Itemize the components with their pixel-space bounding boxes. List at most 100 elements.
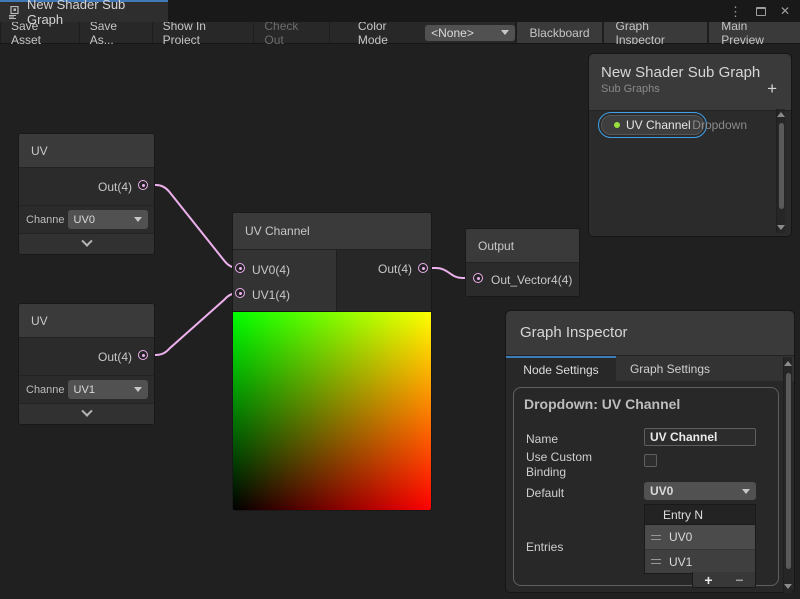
- output-port-label: Out(4): [98, 180, 132, 194]
- entries-row[interactable]: UV0: [645, 525, 755, 549]
- chevron-down-icon: [81, 406, 92, 417]
- inspector-tab-bar: Node Settings Graph Settings: [506, 356, 794, 381]
- dropdown-arrow-icon: [134, 387, 142, 392]
- blackboard-title: New Shader Sub Graph: [589, 54, 791, 83]
- node-input-row: Out_Vector4(4): [466, 263, 579, 296]
- node-output[interactable]: Output Out_Vector4(4): [465, 228, 580, 297]
- name-label: Name: [526, 432, 558, 446]
- scrollbar-thumb[interactable]: [779, 123, 784, 209]
- scroll-down-icon[interactable]: [784, 584, 792, 589]
- input-port-label: UV1(4): [252, 288, 290, 302]
- name-input[interactable]: [644, 428, 756, 446]
- inspector-scrollbar[interactable]: [783, 357, 792, 593]
- port-uv-bottom-out[interactable]: [138, 350, 148, 360]
- channel-label: Channe: [26, 384, 65, 396]
- channel-dropdown[interactable]: UV1: [68, 380, 148, 399]
- node-title[interactable]: UV: [19, 134, 154, 168]
- document-tab[interactable]: New Shader Sub Graph: [0, 0, 168, 22]
- blackboard-subtitle: Sub Graphs: [589, 83, 791, 103]
- default-value: UV0: [650, 484, 673, 498]
- tab-title: New Shader Sub Graph: [27, 0, 158, 27]
- blackboard-header: New Shader Sub Graph Sub Graphs +: [589, 54, 791, 111]
- use-custom-binding-label: Use Custom Binding: [526, 450, 621, 480]
- show-in-project-button[interactable]: Show In Project: [153, 22, 255, 43]
- port-uvchannel-uv0-in[interactable]: [235, 263, 245, 273]
- dropdown-arrow-icon: [742, 489, 750, 494]
- node-output-row: Out(4): [19, 168, 154, 205]
- port-output-in[interactable]: [473, 273, 483, 283]
- drag-handle-icon[interactable]: [651, 535, 661, 540]
- entries-row[interactable]: UV1: [645, 549, 755, 573]
- blackboard-panel[interactable]: New Shader Sub Graph Sub Graphs + UV Cha…: [588, 53, 792, 237]
- property-selection-outline: UV Channel: [598, 112, 707, 138]
- color-mode-dropdown[interactable]: <None>: [425, 25, 515, 41]
- scrollbar-thumb[interactable]: [786, 373, 791, 569]
- output-port-label: Out(4): [98, 350, 132, 364]
- node-collapse-bar[interactable]: [19, 233, 154, 254]
- tab-graph-settings[interactable]: Graph Settings: [616, 356, 724, 381]
- node-uv-top[interactable]: UV Out(4) Channe UV0: [18, 133, 155, 255]
- default-label: Default: [526, 486, 564, 500]
- graph-inspector-panel[interactable]: Graph Inspector Node Settings Graph Sett…: [505, 310, 795, 593]
- property-pill-uv-channel[interactable]: UV Channel: [601, 115, 704, 135]
- close-icon[interactable]: ✕: [780, 5, 790, 17]
- tab-node-settings[interactable]: Node Settings: [506, 356, 616, 381]
- port-uvchannel-uv1-in[interactable]: [235, 288, 245, 298]
- dropdown-arrow-icon: [501, 30, 509, 35]
- wire-uv0-to-uvchannel[interactable]: [143, 185, 240, 268]
- node-port-section: UV0(4) UV1(4) Out(4): [233, 250, 431, 311]
- entries-list-footer: + −: [692, 572, 756, 588]
- entries-label: Entries: [526, 540, 563, 554]
- blackboard-scrollbar[interactable]: [776, 109, 785, 233]
- dropdown-arrow-icon: [134, 217, 142, 222]
- remove-entry-button[interactable]: −: [735, 573, 743, 587]
- color-mode-value: <None>: [431, 26, 474, 40]
- output-port-label: Out(4): [378, 262, 412, 276]
- inspector-content: Dropdown: UV Channel Name Use Custom Bin…: [506, 381, 794, 592]
- window-tab-bar: New Shader Sub Graph ⋮ ✕: [0, 0, 800, 22]
- wire-uv1-to-uvchannel[interactable]: [143, 293, 240, 355]
- port-uv-top-out[interactable]: [138, 180, 148, 190]
- channel-value: UV1: [74, 384, 95, 396]
- property-name: UV Channel: [626, 118, 691, 132]
- inspector-header: Graph Inspector: [506, 311, 794, 356]
- input-port-label: UV0(4): [252, 263, 290, 277]
- color-mode-group: Color Mode <None>: [358, 22, 516, 43]
- output-port-column: Out(4): [336, 250, 431, 311]
- port-uvchannel-out[interactable]: [418, 263, 428, 273]
- node-output-row: Out(4): [19, 338, 154, 375]
- main-preview-toggle-button[interactable]: Main Preview: [707, 22, 800, 43]
- graph-canvas[interactable]: UV Out(4) Channe UV0 UV Out(4) Channe UV…: [0, 44, 800, 599]
- add-property-button[interactable]: +: [767, 80, 777, 97]
- node-uv-bottom[interactable]: UV Out(4) Channe UV1: [18, 303, 155, 425]
- graph-inspector-toggle-button[interactable]: Graph Inspector: [602, 22, 708, 43]
- output-port-row: Out(4): [337, 250, 431, 288]
- scroll-up-icon[interactable]: [784, 361, 792, 366]
- add-entry-button[interactable]: +: [704, 573, 712, 587]
- node-title[interactable]: UV: [19, 304, 154, 338]
- channel-control-row: Channe UV0: [19, 205, 154, 233]
- blackboard-toggle-button[interactable]: Blackboard: [515, 22, 601, 43]
- maximize-icon[interactable]: [756, 7, 766, 16]
- panel-toggle-group: Blackboard Graph Inspector Main Preview: [515, 22, 800, 43]
- input-port-column: UV0(4) UV1(4): [233, 250, 336, 311]
- node-collapse-bar[interactable]: [19, 403, 154, 424]
- inspector-title: Graph Inspector: [506, 311, 794, 354]
- chevron-down-icon: [81, 236, 92, 247]
- channel-dropdown[interactable]: UV0: [68, 210, 148, 229]
- window-controls: ⋮ ✕: [729, 0, 800, 22]
- kebab-menu-icon[interactable]: ⋮: [729, 5, 742, 18]
- default-dropdown[interactable]: UV0: [644, 482, 756, 500]
- dropdown-settings-box: Dropdown: UV Channel Name Use Custom Bin…: [513, 387, 779, 586]
- input-port-row: UV1(4): [233, 282, 336, 307]
- exposed-dot-icon: [614, 122, 620, 128]
- use-custom-binding-checkbox[interactable]: [644, 454, 657, 467]
- drag-handle-icon[interactable]: [651, 559, 661, 564]
- scroll-up-icon[interactable]: [777, 112, 785, 117]
- input-port-row: UV0(4): [233, 257, 336, 282]
- node-title[interactable]: Output: [466, 229, 579, 263]
- node-uv-channel[interactable]: UV Channel UV0(4) UV1(4) Out(4): [232, 212, 432, 511]
- scroll-down-icon[interactable]: [777, 225, 785, 230]
- entry-value: UV0: [669, 530, 692, 544]
- node-title[interactable]: UV Channel: [233, 213, 431, 250]
